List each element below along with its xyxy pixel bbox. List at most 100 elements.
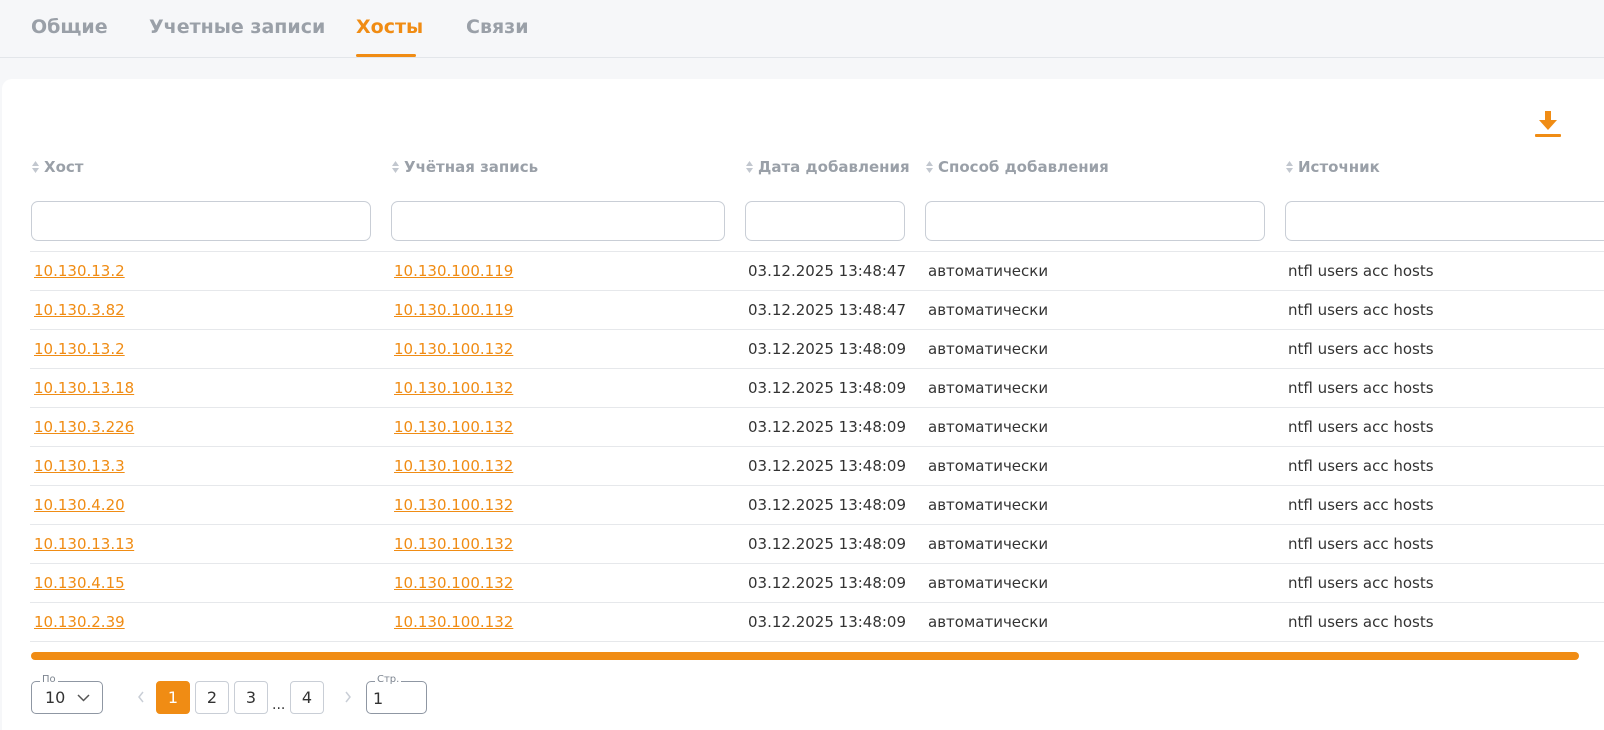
host-link[interactable]: 10.130.13.3 (34, 457, 125, 475)
source-cell: ntfl users acc hosts (1288, 457, 1434, 475)
prev-page-icon[interactable] (136, 690, 146, 704)
method-cell: автоматически (928, 613, 1049, 631)
column-header-host[interactable]: Хост (31, 158, 83, 176)
column-header-method[interactable]: Способ добавления (925, 158, 1109, 176)
tab-general[interactable]: Общие (31, 16, 108, 38)
sort-icon (1286, 161, 1293, 173)
method-cell: автоматически (928, 301, 1049, 319)
filter-account-input[interactable] (391, 201, 725, 241)
account-link[interactable]: 10.130.100.132 (394, 613, 513, 631)
page-jump-field: Стр. (366, 674, 427, 714)
date-cell: 03.12.2025 13:48:09 (748, 418, 907, 436)
chevron-down-icon (77, 694, 90, 702)
date-cell: 03.12.2025 13:48:09 (748, 496, 907, 514)
row-divider (30, 290, 1604, 291)
row-divider (30, 641, 1604, 642)
method-cell: автоматически (928, 535, 1049, 553)
source-cell: ntfl users acc hosts (1288, 496, 1434, 514)
account-link[interactable]: 10.130.100.119 (394, 301, 513, 319)
account-link[interactable]: 10.130.100.132 (394, 496, 513, 514)
account-link[interactable]: 10.130.100.132 (394, 535, 513, 553)
row-divider (30, 524, 1604, 525)
source-cell: ntfl users acc hosts (1288, 379, 1434, 397)
source-cell: ntfl users acc hosts (1288, 340, 1434, 358)
column-header-label: Хост (44, 158, 84, 176)
host-link[interactable]: 10.130.3.82 (34, 301, 125, 319)
date-cell: 03.12.2025 13:48:47 (748, 301, 907, 319)
filter-date-input[interactable] (745, 201, 905, 241)
method-cell: автоматически (928, 340, 1049, 358)
tab-links[interactable]: Связи (466, 16, 529, 38)
date-cell: 03.12.2025 13:48:09 (748, 535, 907, 553)
method-cell: автоматически (928, 574, 1049, 592)
tab-accounts[interactable]: Учетные записи (149, 16, 325, 38)
source-cell: ntfl users acc hosts (1288, 262, 1434, 280)
page-button-1[interactable]: 1 (156, 681, 190, 714)
sort-icon (926, 161, 933, 173)
account-link[interactable]: 10.130.100.119 (394, 262, 513, 280)
content-card (2, 79, 1604, 730)
tab-bar: Общие Учетные записи Хосты Связи (0, 0, 1604, 58)
method-cell: автоматически (928, 418, 1049, 436)
sort-icon (392, 161, 399, 173)
date-cell: 03.12.2025 13:48:09 (748, 613, 907, 631)
source-cell: ntfl users acc hosts (1288, 613, 1434, 631)
page-button-4[interactable]: 4 (290, 681, 324, 714)
page-jump-input[interactable] (373, 686, 419, 710)
column-header-account[interactable]: Учётная запись (391, 158, 538, 176)
host-link[interactable]: 10.130.3.226 (34, 418, 134, 436)
account-link[interactable]: 10.130.100.132 (394, 340, 513, 358)
filter-source-input[interactable] (1285, 201, 1604, 241)
column-header-date[interactable]: Дата добавления (745, 158, 910, 176)
column-header-label: Дата добавления (758, 158, 910, 176)
row-divider (30, 329, 1604, 330)
row-divider (30, 446, 1604, 447)
column-header-source[interactable]: Источник (1285, 158, 1380, 176)
host-link[interactable]: 10.130.4.15 (34, 574, 125, 592)
filter-host-input[interactable] (31, 201, 371, 241)
date-cell: 03.12.2025 13:48:09 (748, 457, 907, 475)
row-divider (30, 563, 1604, 564)
row-divider (30, 602, 1604, 603)
source-cell: ntfl users acc hosts (1288, 574, 1434, 592)
method-cell: автоматически (928, 457, 1049, 475)
account-link[interactable]: 10.130.100.132 (394, 457, 513, 475)
page-button-3[interactable]: 3 (234, 681, 268, 714)
account-link[interactable]: 10.130.100.132 (394, 418, 513, 436)
download-icon[interactable] (1533, 109, 1563, 139)
next-page-icon[interactable] (343, 690, 353, 704)
date-cell: 03.12.2025 13:48:47 (748, 262, 907, 280)
host-link[interactable]: 10.130.13.18 (34, 379, 134, 397)
row-divider (30, 368, 1604, 369)
sort-icon (746, 161, 753, 173)
row-divider (30, 251, 1604, 252)
column-header-label: Способ добавления (938, 158, 1109, 176)
date-cell: 03.12.2025 13:48:09 (748, 574, 907, 592)
account-link[interactable]: 10.130.100.132 (394, 574, 513, 592)
host-link[interactable]: 10.130.13.2 (34, 262, 125, 280)
filter-method-input[interactable] (925, 201, 1265, 241)
active-tab-indicator (356, 54, 416, 57)
date-cell: 03.12.2025 13:48:09 (748, 340, 907, 358)
horizontal-scrollbar[interactable] (31, 652, 1579, 660)
source-cell: ntfl users acc hosts (1288, 301, 1434, 319)
method-cell: автоматически (928, 262, 1049, 280)
source-cell: ntfl users acc hosts (1288, 418, 1434, 436)
row-divider (30, 485, 1604, 486)
per-page-select[interactable]: По 10 (31, 674, 103, 714)
host-link[interactable]: 10.130.13.13 (34, 535, 134, 553)
page-jump-label: Стр. (375, 674, 402, 686)
column-header-label: Источник (1298, 158, 1380, 176)
pagination-ellipsis: ... (272, 697, 286, 713)
page-button-2[interactable]: 2 (195, 681, 229, 714)
source-cell: ntfl users acc hosts (1288, 535, 1434, 553)
date-cell: 03.12.2025 13:48:09 (748, 379, 907, 397)
host-link[interactable]: 10.130.13.2 (34, 340, 125, 358)
tab-hosts[interactable]: Хосты (356, 16, 423, 38)
row-divider (30, 407, 1604, 408)
host-link[interactable]: 10.130.2.39 (34, 613, 125, 631)
host-link[interactable]: 10.130.4.20 (34, 496, 125, 514)
sort-icon (32, 161, 39, 173)
method-cell: автоматически (928, 496, 1049, 514)
account-link[interactable]: 10.130.100.132 (394, 379, 513, 397)
